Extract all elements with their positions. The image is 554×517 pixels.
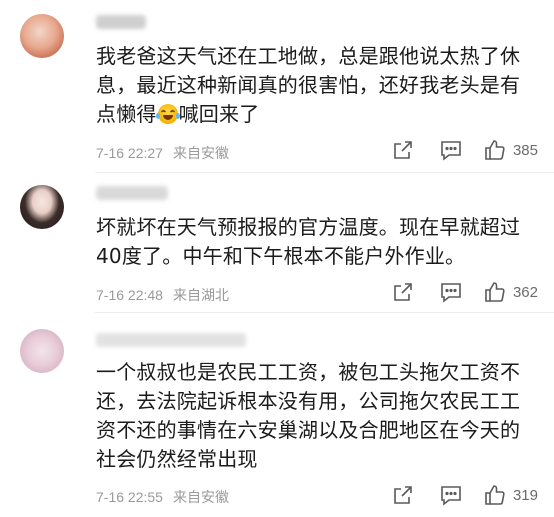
share-icon[interactable] bbox=[391, 280, 415, 304]
avatar[interactable] bbox=[20, 185, 64, 229]
like-icon[interactable] bbox=[483, 138, 507, 162]
comment-item: ██ ██ 我老爸这天气还在工地做，总是跟他说太热了休 息，最近这种新闻真的很害… bbox=[0, 0, 554, 172]
like-icon[interactable] bbox=[483, 483, 507, 507]
laughing-tears-emoji bbox=[155, 104, 180, 124]
comment-actions: 362 bbox=[391, 280, 538, 304]
comment-location: 来自湖北 bbox=[172, 287, 229, 303]
like-count: 385 bbox=[512, 141, 538, 159]
like-count: 319 bbox=[512, 486, 538, 504]
share-icon[interactable] bbox=[391, 138, 415, 162]
comment-location: 来自安徽 bbox=[172, 145, 229, 161]
comment-meta: 7-16 22:27 来自安徽 bbox=[96, 143, 229, 163]
comment-text: 坏就坏在天气预报报的官方温度。现在早就超过 40度了。中午和下午根本不能户外作业… bbox=[96, 215, 521, 268]
comment-text: 我老爸这天气还在工地做，总是跟他说太热了休 息，最近这种新闻真的很害怕，还好我老… bbox=[96, 44, 521, 126]
comment-date: 7-16 22:27 bbox=[96, 145, 163, 161]
comment-meta: 7-16 22:55 来自安徽 bbox=[96, 487, 229, 507]
avatar[interactable] bbox=[20, 14, 64, 58]
comment-actions: 385 bbox=[391, 138, 538, 162]
comment-text: 一个叔叔也是农民工工资，被包工头拖欠工资不 还，去法院起诉根本没有用，公司拖欠农… bbox=[96, 360, 521, 471]
comment-meta: 7-16 22:48 来自湖北 bbox=[96, 285, 229, 305]
username[interactable]: ██ ██ bbox=[96, 15, 146, 29]
reply-icon[interactable] bbox=[439, 138, 463, 162]
comment-date: 7-16 22:55 bbox=[96, 489, 163, 505]
username[interactable]: ██ ██ bbox=[96, 186, 168, 200]
comment-item: ██ ██ 一个叔叔也是农民工工资，被包工头拖欠工资不 还，去法院起诉根本没有用… bbox=[0, 313, 554, 517]
avatar[interactable] bbox=[20, 329, 64, 373]
username[interactable]: ██ ██ bbox=[96, 333, 246, 347]
reply-icon[interactable] bbox=[439, 280, 463, 304]
reply-icon[interactable] bbox=[439, 483, 463, 507]
like-count: 362 bbox=[512, 283, 538, 301]
comment-date: 7-16 22:48 bbox=[96, 287, 163, 303]
like-icon[interactable] bbox=[483, 280, 507, 304]
comment-actions: 319 bbox=[391, 483, 538, 507]
comment-item: ██ ██ 坏就坏在天气预报报的官方温度。现在早就超过 40度了。中午和下午根本… bbox=[0, 173, 554, 311]
share-icon[interactable] bbox=[391, 483, 415, 507]
comment-location: 来自安徽 bbox=[172, 489, 229, 505]
